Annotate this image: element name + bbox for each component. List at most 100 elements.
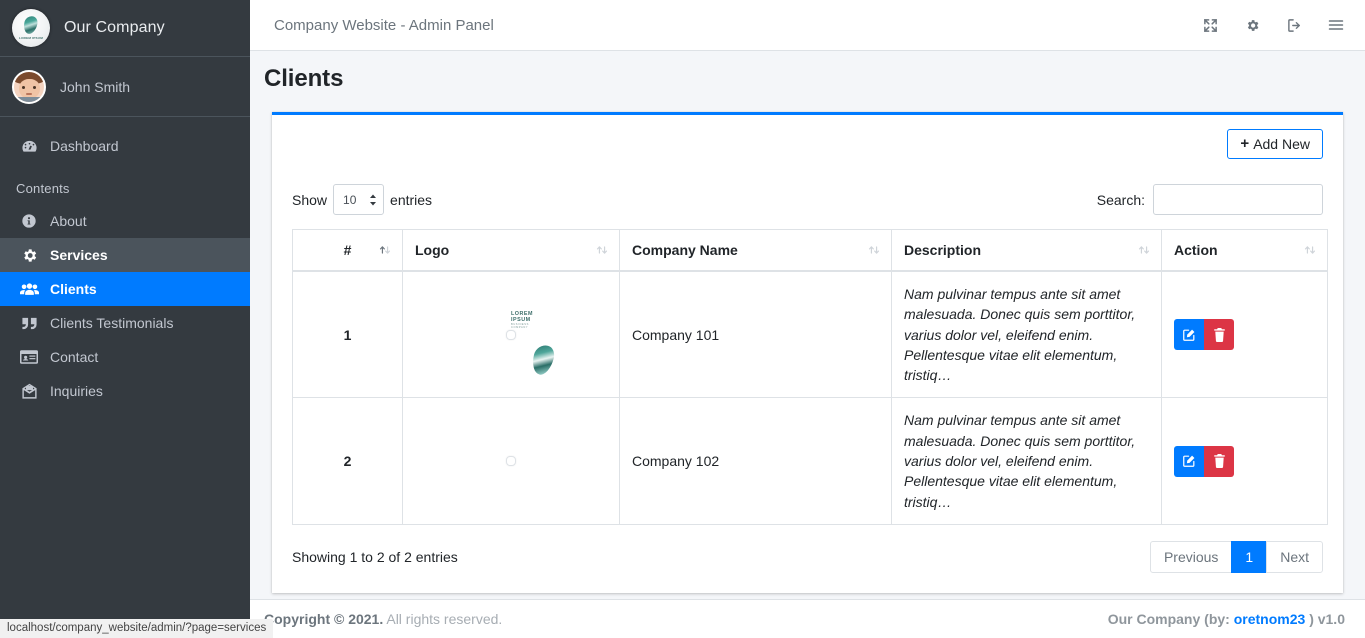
brand-link[interactable]: LOREM IPSUM Our Company xyxy=(0,0,250,57)
sidebar-item-contact[interactable]: Contact xyxy=(0,340,250,374)
page-title: Clients xyxy=(264,65,344,92)
gear-icon[interactable] xyxy=(1233,6,1271,44)
column-label: Logo xyxy=(415,242,450,258)
edit-button[interactable] xyxy=(1174,319,1204,351)
sort-arrows-icon xyxy=(868,244,880,256)
sign-out-icon[interactable] xyxy=(1275,6,1313,44)
pagination-page-1[interactable]: 1 xyxy=(1231,540,1268,573)
datatable-footer: Showing 1 to 2 of 2 entries Previous 1 N… xyxy=(292,525,1323,577)
cell-company-name: Company 101 xyxy=(619,270,892,399)
cell-description: Nam pulvinar tempus ante sit amet malesu… xyxy=(891,397,1162,525)
cell-action xyxy=(1161,397,1328,525)
quote-left-icon xyxy=(18,316,40,331)
cell-company-name: Company 102 xyxy=(619,397,892,525)
sidebar-item-dashboard[interactable]: Dashboard xyxy=(0,129,250,163)
footer: Copyright © 2021. All rights reserved. O… xyxy=(250,599,1365,638)
cell-description: Nam pulvinar tempus ante sit amet malesu… xyxy=(891,270,1162,399)
brand-logo-caption: LOREM IPSUM xyxy=(18,36,44,40)
entries-label: entries xyxy=(390,191,433,208)
search-label: Search: xyxy=(1096,191,1145,208)
footer-copyright: Copyright © 2021. xyxy=(264,611,384,627)
sidebar-nav: Dashboard Contents About Services Client… xyxy=(0,117,250,408)
sidebar-item-clients[interactable]: Clients xyxy=(0,272,250,306)
edit-button[interactable] xyxy=(1174,445,1204,477)
client-logo-thumbnail[interactable] xyxy=(506,456,516,467)
plus-icon: + xyxy=(1240,135,1250,152)
pagination-previous[interactable]: Previous xyxy=(1149,540,1233,573)
column-header-company-name[interactable]: Company Name xyxy=(619,229,892,272)
client-logo-thumbnail[interactable]: LOREM IPSUM BUSINESS COMPANY xyxy=(506,311,557,377)
sidebar: LOREM IPSUM Our Company John Smith Dashb… xyxy=(0,0,250,638)
show-label: Show xyxy=(292,191,328,208)
delete-button[interactable] xyxy=(1204,445,1234,477)
navbar-actions xyxy=(1187,6,1355,44)
dashboard-gauge-icon xyxy=(18,138,40,155)
table-head: # Logo Company Name Description Action xyxy=(292,229,1328,272)
edit-pencil-square-icon xyxy=(1182,454,1196,468)
sidebar-item-services[interactable]: Services xyxy=(0,238,250,272)
info-circle-icon xyxy=(18,213,40,229)
content-wrapper: Company Website - Admin Panel Clients + … xyxy=(250,0,1365,638)
table-header-row: # Logo Company Name Description Action xyxy=(292,229,1328,272)
sort-arrows-icon xyxy=(1138,244,1150,256)
sidebar-item-inquiries[interactable]: Inquiries xyxy=(0,374,250,408)
sidebar-item-clients-testimonials[interactable]: Clients Testimonials xyxy=(0,306,250,340)
brand-title: Our Company xyxy=(64,19,165,36)
entries-select[interactable]: 10 xyxy=(333,184,385,215)
datatable-info: Showing 1 to 2 of 2 entries xyxy=(292,548,458,565)
search-input[interactable] xyxy=(1153,184,1323,215)
column-label: Description xyxy=(904,242,982,258)
sidebar-item-label: About xyxy=(50,213,87,229)
row-action-group xyxy=(1174,445,1234,477)
pagination-next[interactable]: Next xyxy=(1266,540,1323,573)
entries-select-value: 10 xyxy=(343,192,357,207)
gear-icon xyxy=(18,247,40,264)
navbar-title: Company Website - Admin Panel xyxy=(274,16,494,34)
sidebar-item-about[interactable]: About xyxy=(0,204,250,238)
edit-pencil-square-icon xyxy=(1182,328,1196,342)
column-header-number[interactable]: # xyxy=(292,229,403,272)
cell-logo: LOREM IPSUM BUSINESS COMPANY xyxy=(402,270,620,399)
sidebar-item-label: Contact xyxy=(50,349,99,365)
sidebar-item-label: Dashboard xyxy=(50,138,119,154)
id-card-icon xyxy=(18,350,40,364)
search-control: Search: xyxy=(1097,184,1323,215)
sidebar-item-label: Clients Testimonials xyxy=(50,315,174,331)
user-name: John Smith xyxy=(60,78,131,95)
trash-icon xyxy=(1213,454,1226,469)
footer-author-link[interactable]: oretnom23 xyxy=(1234,611,1306,627)
cell-action xyxy=(1161,270,1328,399)
table-body: 1 LOREM IPSUM BUSINESS COMPANY Company 1… xyxy=(292,270,1328,525)
column-label: Company Name xyxy=(632,242,738,258)
footer-right: Our Company (by: oretnom23 ) v1.0 xyxy=(1108,611,1345,627)
column-header-action[interactable]: Action xyxy=(1161,229,1328,272)
sidebar-item-label: Services xyxy=(50,247,108,263)
add-new-label: Add New xyxy=(1253,135,1310,152)
pagination: Previous 1 Next xyxy=(1149,540,1323,573)
content-header: Clients xyxy=(250,51,1365,101)
expand-arrows-icon[interactable] xyxy=(1191,6,1229,44)
column-header-logo[interactable]: Logo xyxy=(402,229,620,272)
clients-table: # Logo Company Name Description Action 1… xyxy=(292,229,1328,525)
footer-brand-prefix: Our Company (by: xyxy=(1107,611,1230,627)
entries-length-control: Show 10 entries xyxy=(292,184,432,215)
card-body: Show 10 entries Search: # Logo Company N… xyxy=(272,172,1343,593)
sidebar-section-header: Contents xyxy=(16,181,70,196)
column-header-description[interactable]: Description xyxy=(891,229,1162,272)
envelope-open-icon xyxy=(18,383,40,400)
cell-number: 2 xyxy=(292,397,403,525)
users-icon xyxy=(18,281,40,298)
user-avatar-icon xyxy=(12,69,46,104)
cell-number: 1 xyxy=(292,270,403,399)
table-row: 1 LOREM IPSUM BUSINESS COMPANY Company 1… xyxy=(292,270,1328,399)
add-new-button[interactable]: + Add New xyxy=(1227,128,1323,159)
delete-button[interactable] xyxy=(1204,319,1234,351)
sort-arrows-icon xyxy=(379,244,391,256)
top-navbar: Company Website - Admin Panel xyxy=(250,0,1365,51)
user-panel[interactable]: John Smith xyxy=(0,57,250,117)
table-row: 2 Company 102 Nam pulvinar tempus ante s… xyxy=(292,397,1328,525)
hamburger-menu-icon[interactable] xyxy=(1317,6,1355,44)
sidebar-item-label: Inquiries xyxy=(50,383,103,399)
sidebar-item-label: Clients xyxy=(50,281,97,297)
